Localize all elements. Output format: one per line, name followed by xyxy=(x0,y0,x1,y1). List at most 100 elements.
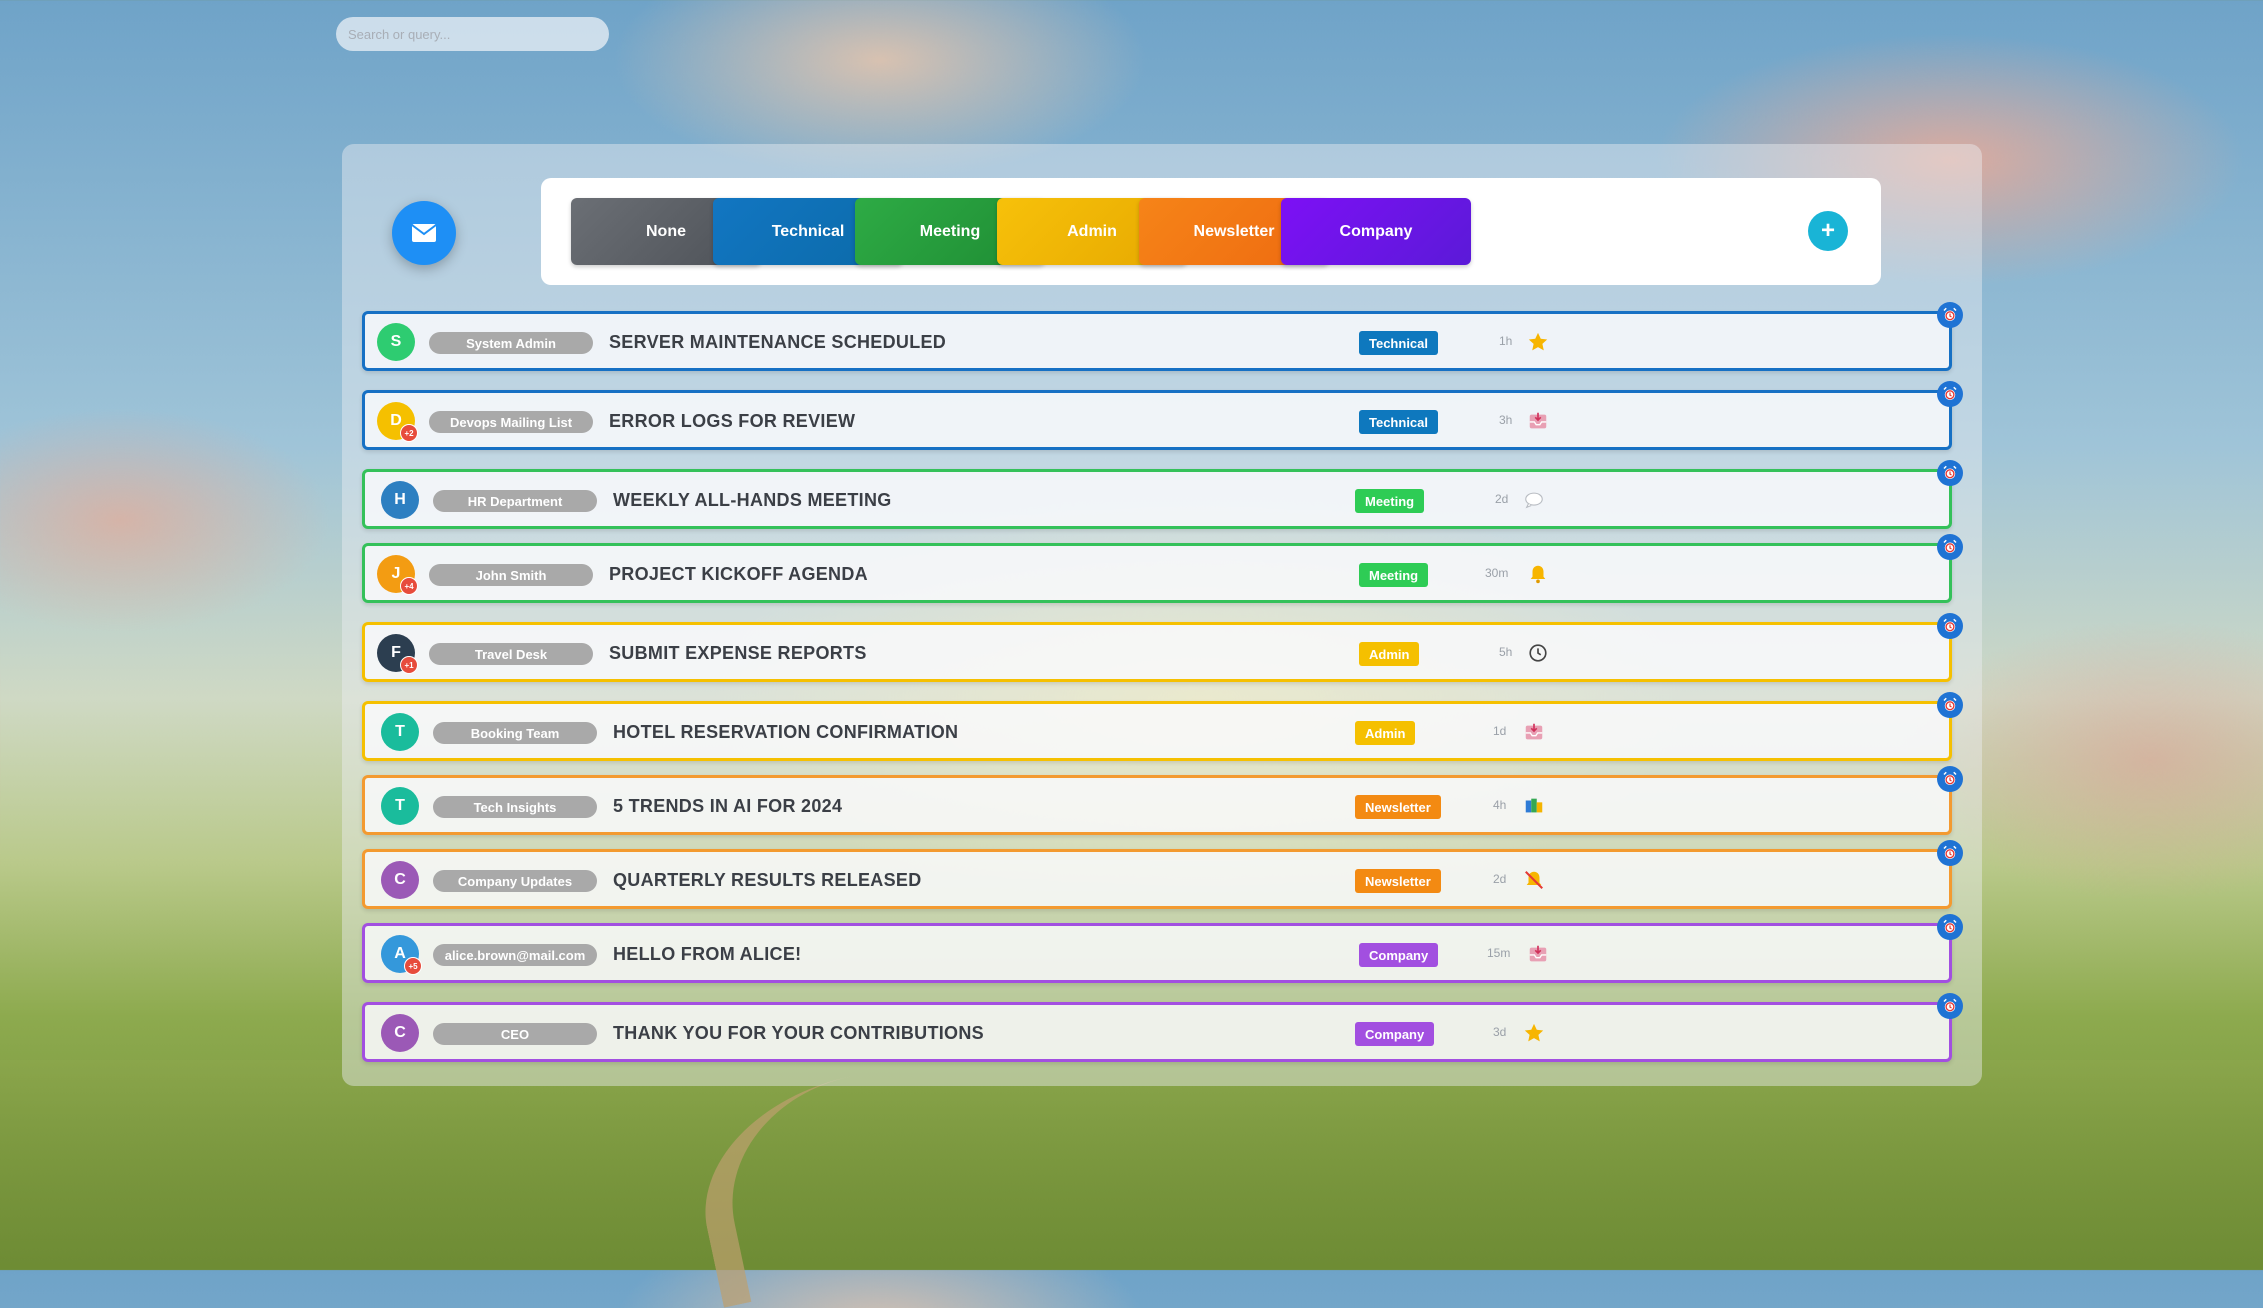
muted-bell-icon[interactable] xyxy=(1521,867,1547,893)
email-time: 30m xyxy=(1485,566,1509,580)
recipient-count-badge: +5 xyxy=(404,957,422,975)
chat-icon[interactable] xyxy=(1521,487,1547,513)
email-time: 15m xyxy=(1487,946,1511,960)
email-row[interactable]: T Tech Insights 5 TRENDS IN AI FOR 2024 New… xyxy=(362,766,1963,835)
sender-chip[interactable]: HR Department xyxy=(433,490,597,512)
email-time: 1h xyxy=(1499,334,1513,348)
sender-chip[interactable]: Devops Mailing List xyxy=(429,411,593,433)
category-tag[interactable]: Technical xyxy=(1359,410,1439,434)
email-subject[interactable]: ERROR LOGS FOR REVIEW xyxy=(609,411,855,432)
sender-avatar: T xyxy=(381,713,419,751)
category-tag[interactable]: Admin xyxy=(1359,642,1420,666)
email-row[interactable]: T Booking Team HOTEL RESERVATION CONFIRMAT… xyxy=(362,692,1963,761)
star-icon[interactable] xyxy=(1525,329,1551,355)
category-tag[interactable]: Admin xyxy=(1355,721,1416,745)
envelope-icon xyxy=(411,224,437,242)
email-subject[interactable]: HELLO FROM ALICE! xyxy=(613,944,801,965)
avatar-initial: C xyxy=(394,1024,406,1041)
email-time: 3h xyxy=(1499,413,1513,427)
email-time: 4h xyxy=(1493,798,1507,812)
sender-chip[interactable]: Travel Desk xyxy=(429,643,593,665)
alarm-clock-icon[interactable] xyxy=(1937,302,1963,328)
inbox-icon[interactable] xyxy=(1525,408,1551,434)
recipient-count-badge: +1 xyxy=(400,656,418,674)
sender-chip[interactable]: John Smith xyxy=(429,564,593,586)
background-meadow xyxy=(0,1060,2263,1270)
avatar-initial: A xyxy=(394,945,406,962)
sender-chip[interactable]: Company Updates xyxy=(433,870,597,892)
sender-avatar: D +2 xyxy=(377,402,418,442)
avatar-initial: J xyxy=(391,565,401,582)
sender-chip[interactable]: System Admin xyxy=(429,332,593,354)
sender-avatar: J +4 xyxy=(377,555,418,595)
recipient-count-badge: +4 xyxy=(400,577,418,595)
alarm-clock-icon[interactable] xyxy=(1937,993,1963,1019)
category-tag[interactable]: Company xyxy=(1355,1022,1435,1046)
avatar-initial: F xyxy=(391,644,401,661)
bell-icon[interactable] xyxy=(1525,561,1551,587)
sender-avatar: C xyxy=(381,861,419,899)
email-row[interactable]: C CEO THANK YOU FOR YOUR CONTRIBUTIONS Comp… xyxy=(362,993,1963,1062)
email-row[interactable]: S System Admin SERVER MAINTENANCE SCHEDULE… xyxy=(362,302,1963,371)
star-icon[interactable] xyxy=(1521,1020,1547,1046)
alarm-clock-icon[interactable] xyxy=(1937,766,1963,792)
search-input[interactable] xyxy=(336,17,610,51)
sender-avatar: F +1 xyxy=(377,634,418,674)
category-tag[interactable]: Meeting xyxy=(1355,489,1425,513)
sender-avatar: H xyxy=(381,481,419,519)
category-tag[interactable]: Company xyxy=(1359,943,1439,967)
email-subject[interactable]: QUARTERLY RESULTS RELEASED xyxy=(613,870,922,891)
alarm-clock-icon[interactable] xyxy=(1937,914,1963,940)
search-bar[interactable] xyxy=(336,17,610,51)
alarm-clock-icon[interactable] xyxy=(1937,613,1963,639)
email-subject[interactable]: PROJECT KICKOFF AGENDA xyxy=(609,564,868,585)
books-icon[interactable] xyxy=(1521,793,1547,819)
sender-avatar: C xyxy=(381,1014,419,1052)
avatar-initial: S xyxy=(390,333,402,350)
alarm-clock-icon[interactable] xyxy=(1937,381,1963,407)
email-row[interactable]: H HR Department WEEKLY ALL-HANDS MEETING Me… xyxy=(362,460,1963,529)
category-tag[interactable]: Meeting xyxy=(1359,563,1429,587)
avatar-initial: D xyxy=(390,412,402,429)
email-time: 3d xyxy=(1493,1025,1507,1039)
avatar-initial: T xyxy=(395,797,405,814)
category-tag[interactable]: Technical xyxy=(1359,331,1439,355)
alarm-clock-icon[interactable] xyxy=(1937,692,1963,718)
avatar-initial: T xyxy=(395,723,405,740)
sender-chip[interactable]: Tech Insights xyxy=(433,796,597,818)
email-time: 1d xyxy=(1493,724,1507,738)
alarm-clock-icon[interactable] xyxy=(1937,534,1963,560)
add-category-button[interactable]: + xyxy=(1808,211,1848,251)
clock-icon[interactable] xyxy=(1525,640,1551,666)
email-subject[interactable]: THANK YOU FOR YOUR CONTRIBUTIONS xyxy=(613,1023,984,1044)
category-company-button[interactable]: Company xyxy=(1281,198,1471,265)
email-row[interactable]: J +4 John Smith PROJECT KICKOFF AGENDA Meeti… xyxy=(362,534,1963,603)
sender-avatar: A +5 xyxy=(381,935,422,975)
email-row[interactable]: A +5 alice.brown@mail.com HELLO FROM ALICE!… xyxy=(362,914,1963,983)
email-time: 5h xyxy=(1499,645,1513,659)
alarm-clock-icon[interactable] xyxy=(1937,460,1963,486)
avatar-initial: H xyxy=(394,491,406,508)
email-subject[interactable]: HOTEL RESERVATION CONFIRMATION xyxy=(613,722,958,743)
inbox-icon[interactable] xyxy=(1521,719,1547,745)
sender-avatar: S xyxy=(377,323,415,361)
email-subject[interactable]: SUBMIT EXPENSE REPORTS xyxy=(609,643,867,664)
email-row[interactable]: D +2 Devops Mailing List ERROR LOGS FOR REV… xyxy=(362,381,1963,450)
sender-chip[interactable]: CEO xyxy=(433,1023,597,1045)
email-row[interactable]: F +1 Travel Desk SUBMIT EXPENSE REPORTS Admi… xyxy=(362,613,1963,682)
inbox-icon[interactable] xyxy=(1525,941,1551,967)
sender-chip[interactable]: alice.brown@mail.com xyxy=(433,944,597,966)
category-tag[interactable]: Newsletter xyxy=(1355,795,1441,819)
compose-button[interactable] xyxy=(392,201,456,265)
category-tag[interactable]: Newsletter xyxy=(1355,869,1441,893)
sender-chip[interactable]: Booking Team xyxy=(433,722,597,744)
email-row[interactable]: C Company Updates QUARTERLY RESULTS RELEAS… xyxy=(362,840,1963,909)
email-time: 2d xyxy=(1495,492,1509,506)
category-bar: None Technical Meeting Admin Newsletter … xyxy=(541,178,1881,285)
recipient-count-badge: +2 xyxy=(400,424,418,442)
email-subject[interactable]: 5 TRENDS IN AI FOR 2024 xyxy=(613,796,842,817)
email-subject[interactable]: SERVER MAINTENANCE SCHEDULED xyxy=(609,332,946,353)
alarm-clock-icon[interactable] xyxy=(1937,840,1963,866)
email-subject[interactable]: WEEKLY ALL-HANDS MEETING xyxy=(613,490,892,511)
sender-avatar: T xyxy=(381,787,419,825)
